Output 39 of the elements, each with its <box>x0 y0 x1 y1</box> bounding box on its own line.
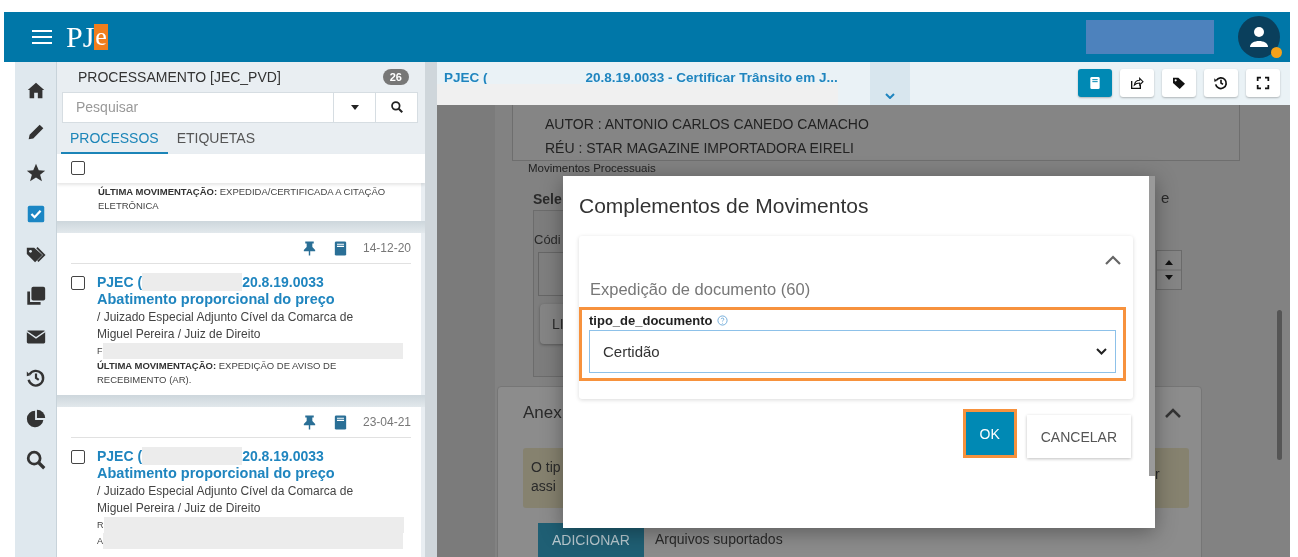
last-movement: ÚLTIMA MOVIMENTAÇÃO: EXPEDIÇÃO DE AVISO DE RECEBIMENTO (AR). <box>97 359 338 387</box>
info-text: A <box>97 536 103 546</box>
field-label: Sele <box>533 191 562 207</box>
process-card[interactable]: ÚLTIMA MOVIMENTAÇÃO: EXPEDIDA/CERTIFICADA A CITAÇÃO ELETRÔNICA <box>57 183 421 221</box>
notice-text: r <box>1155 448 1189 508</box>
section-title: Anex <box>523 403 562 423</box>
info-text: R <box>97 520 104 530</box>
section-title: Expedição de documento (60) <box>590 280 811 299</box>
section-label: Movimentos Processuais <box>528 162 656 175</box>
dialog-button[interactable]: CANCELAR <box>1026 415 1131 458</box>
party-text: RÉU : STAR MAGAZINE IMPORTADORA EIRELI <box>545 139 855 158</box>
field-label: tipo_de_documento <box>589 313 713 328</box>
date: 14-12-20 <box>362 241 411 255</box>
field-label: e <box>1161 189 1170 206</box>
notice-text: O tip assi <box>523 448 563 508</box>
last-movement: ÚLTIMA MOVIMENTAÇÃO: EXPEDIDA/CERTIFICADA A CITAÇÃO ELETRÔNICA <box>98 185 387 213</box>
dialog-title: Complementos de Movimentos <box>579 194 869 218</box>
document-title: 20.8.19.0033 - Certificar Trânsito em J... <box>585 69 838 85</box>
document-type-select[interactable]: Certidão <box>589 330 1116 373</box>
process-number-end[interactable]: 20.8.19.0033 <box>242 274 324 290</box>
info-text: F <box>97 346 103 356</box>
process-subject[interactable]: Abatimento proporcional do preço <box>97 465 404 481</box>
supported-files-text: Arquivos suportados <box>655 531 783 547</box>
process-number-end[interactable]: 20.8.19.0033 <box>242 448 324 464</box>
logo: PJe <box>66 22 108 52</box>
party-text: AUTOR : ANTONIO CARLOS CANEDO CAMACHO <box>545 115 870 134</box>
tab[interactable]: ETIQUETAS <box>167 124 264 154</box>
panel-title: PROCESSAMENTO [JEC_PVD] <box>78 69 282 85</box>
court-text: / Juizado Especial Adjunto Cível da Comarca de Miguel Pereira / Juiz de Direito <box>97 483 355 517</box>
field-label: Códi <box>534 232 561 247</box>
process-subject[interactable]: Abatimento proporcional do preço <box>97 291 403 307</box>
process-card[interactable]: 23-04-21 PJEC ( 20.8.19.0033 Abatimento proporcional do preço / Juizado Especial Adjunto Cível da Comarca de Miguel Pereira / Juiz de Direito R A <box>57 407 421 557</box>
process-number-start[interactable]: PJEC ( <box>97 448 143 464</box>
search-field[interactable]: Pesquisar <box>62 92 334 123</box>
count-badge: 26 <box>382 69 409 85</box>
date: 23-04-21 <box>362 415 411 429</box>
court-text: / Juizado Especial Adjunto Cível da Comarca de Miguel Pereira / Juiz de Direito <box>97 309 355 343</box>
process-number-start[interactable]: PJEC ( <box>97 274 143 290</box>
dialog-button[interactable]: OK <box>965 412 1014 455</box>
